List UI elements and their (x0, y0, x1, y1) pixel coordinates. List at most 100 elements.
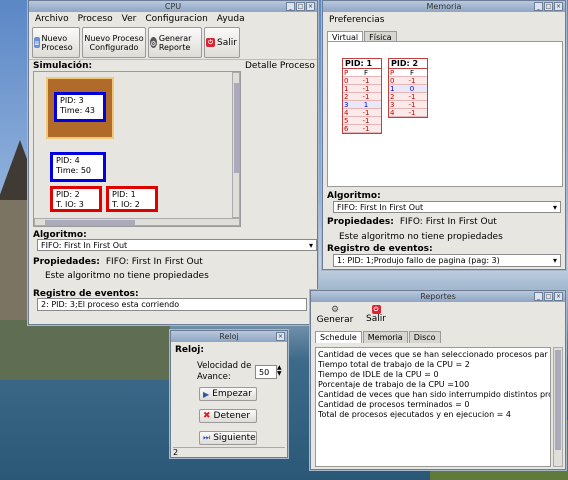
empezar-label: Empezar (212, 389, 252, 399)
page-table-pid-2: PID: 2 PF 0 -1 10 2 -1 3 -1 4 -1 (388, 58, 428, 118)
report-line: Total de procesos ejecutados y en ejecuc… (318, 410, 512, 419)
menu-ver[interactable]: Ver (122, 14, 137, 24)
detener-button[interactable]: ✖ Detener (199, 409, 257, 423)
minimize-icon[interactable]: _ (534, 2, 543, 11)
desktop-background-shore (0, 320, 170, 380)
generar-reporte-button[interactable]: ⚙ Generar Reporte (148, 27, 202, 58)
process-ready[interactable]: PID: 4 Time: 50 (50, 152, 106, 182)
page-table-header: PF (389, 69, 427, 77)
close-icon[interactable]: × (276, 332, 285, 341)
generar-label: Generar (316, 315, 354, 325)
cpu-toolbar: ≡ Nuevo Proceso Nuevo Proceso Configurad… (29, 26, 317, 60)
algoritmo-label: Algoritmo: (327, 191, 381, 201)
reportes-window: Reportes _ □ × ⚙ Generar ⏻ Salir Schedul… (310, 290, 566, 470)
maximize-icon[interactable]: □ (296, 2, 305, 11)
process-blocked[interactable]: PID: 1 T. IO: 2 (106, 186, 158, 212)
stop-icon: ✖ (203, 411, 211, 421)
process-running[interactable]: PID: 3 Time: 43 (54, 92, 106, 122)
vertical-scrollbar[interactable] (553, 347, 563, 467)
nuevo-proceso-configurado-label: Nuevo Proceso Configurado (84, 33, 144, 52)
reportes-titlebar[interactable]: Reportes _ □ × (311, 291, 565, 302)
simulacion-panel: PID: 3 Time: 43 PID: 4 Time: 50 PID: 2 T… (33, 71, 241, 227)
tab-disco[interactable]: Disco (408, 331, 441, 343)
empezar-button[interactable]: ▶ Empezar (199, 387, 257, 401)
algoritmo-value: FIFO: First In First Out (41, 240, 128, 250)
reportes-tabs: Schedule Memoria Disco (315, 331, 565, 343)
maximize-icon[interactable]: □ (544, 292, 553, 301)
nuevo-proceso-button[interactable]: ≡ Nuevo Proceso (32, 27, 80, 58)
process-io: T. IO: 3 (56, 200, 84, 209)
registro-eventos-field[interactable]: 2: PID: 3;El proceso esta corriendo (37, 298, 307, 311)
cpu-menubar: Archivo Proceso Ver Configuracion Ayuda (29, 12, 317, 26)
maximize-icon[interactable]: □ (544, 2, 553, 11)
vertical-scrollbar[interactable] (232, 72, 240, 218)
propiedades-row: Propiedades: FIFO: First In First Out (33, 257, 203, 267)
spinner-arrows-icon[interactable]: ▲ ▼ (277, 365, 282, 377)
scroll-thumb[interactable] (45, 220, 135, 225)
siguiente-button[interactable]: ⏭ Siguiente (199, 431, 257, 445)
page-table-row: 5 -1 (343, 117, 381, 125)
reloj-status: 2 (173, 447, 285, 457)
salir-button[interactable]: ⏻ Salir (204, 27, 240, 58)
page-table-title: PID: 2 (389, 59, 427, 69)
tab-memoria[interactable]: Memoria (362, 331, 408, 343)
detener-label: Detener (213, 411, 251, 421)
menu-preferencias[interactable]: Preferencias (329, 15, 384, 25)
report-line: Porcentaje de trabajo de la CPU =100 (318, 380, 470, 389)
memoria-titlebar[interactable]: Memoria _ □ × (323, 1, 565, 12)
registro-eventos-value: 1: PID: 1;Produjo fallo de pagina (pag: … (337, 256, 500, 265)
page-table-row: 4 -1 (343, 109, 381, 117)
tab-schedule[interactable]: Schedule (315, 331, 362, 343)
nuevo-proceso-configurado-button[interactable]: Nuevo Proceso Configurado (82, 27, 146, 58)
salir-label: Salir (217, 37, 237, 48)
algoritmo-select[interactable]: FIFO: First In First Out ▾ (333, 201, 561, 213)
simulacion-label: Simulación: (33, 61, 93, 71)
reloj-window: Reloj × Reloj: Velocidad de Avance: 50 ▲… (170, 330, 288, 458)
menu-ayuda[interactable]: Ayuda (217, 14, 245, 24)
minimize-icon[interactable]: _ (534, 292, 543, 301)
velocidad-spinner[interactable]: 50 (255, 365, 277, 379)
algoritmo-value: FIFO: First In First Out (337, 202, 424, 212)
scroll-thumb[interactable] (234, 83, 239, 173)
process-blocked[interactable]: PID: 2 T. IO: 3 (50, 186, 102, 212)
cpu-titlebar[interactable]: CPU _ □ × (29, 1, 317, 12)
minimize-icon[interactable]: _ (286, 2, 295, 11)
page-table-row: 0 -1 (389, 77, 427, 85)
no-props-text: Este algoritmo no tiene propiedades (339, 232, 503, 242)
page-table-row: 6 -1 (343, 125, 381, 133)
page-table-title: PID: 1 (343, 59, 381, 69)
propiedades-label: Propiedades: (327, 217, 394, 227)
algoritmo-select[interactable]: FIFO: First In First Out ▾ (37, 239, 317, 251)
report-line: Tiempo total de trabajo de la CPU = 2 (318, 360, 470, 369)
process-time: Time: 50 (56, 166, 91, 175)
velocidad-value: 50 (259, 367, 270, 377)
menu-proceso[interactable]: Proceso (78, 14, 113, 24)
close-icon[interactable]: × (306, 2, 315, 11)
chevron-down-icon: ▾ (552, 202, 557, 212)
close-icon[interactable]: × (554, 2, 563, 11)
salir-button[interactable]: ⏻ Salir (361, 305, 391, 325)
schedule-report-text: Cantidad de veces que se han seleccionad… (315, 347, 551, 467)
propiedades-label: Propiedades: (33, 257, 100, 267)
menu-archivo[interactable]: Archivo (35, 14, 69, 24)
close-icon[interactable]: × (554, 292, 563, 301)
reloj-window-title: Reloj (219, 332, 239, 341)
page-table-row: 10 (389, 85, 427, 93)
memoria-window: Memoria _ □ × Preferencias Virtual Físic… (322, 0, 566, 270)
page-table-row: 4 -1 (389, 109, 427, 117)
exit-icon: ⏻ (206, 38, 215, 47)
scroll-thumb[interactable] (555, 350, 561, 450)
registro-eventos-field[interactable]: 1: PID: 1;Produjo fallo de pagina (pag: … (333, 254, 561, 267)
memoria-menubar: Preferencias (323, 12, 565, 27)
reloj-titlebar[interactable]: Reloj × (171, 331, 287, 342)
horizontal-scrollbar[interactable] (34, 218, 240, 226)
process-pid: PID: 2 (56, 190, 80, 199)
report-line: Cantidad de veces que han sido interrump… (318, 390, 551, 399)
page-table-row: 2 -1 (343, 93, 381, 101)
generar-button[interactable]: ⚙ Generar (316, 305, 354, 325)
page-table-row: 2 -1 (389, 93, 427, 101)
gears-icon: ⚙ (330, 305, 340, 315)
memoria-window-title: Memoria (426, 2, 462, 11)
exit-icon: ⏻ (371, 305, 381, 314)
menu-configuracion[interactable]: Configuracion (145, 14, 207, 24)
